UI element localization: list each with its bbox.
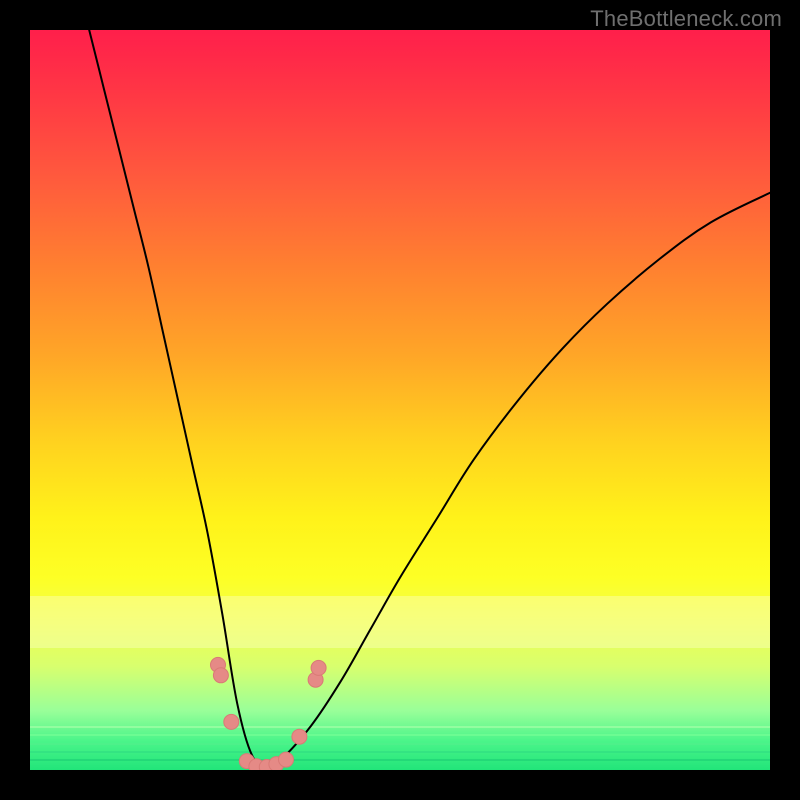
marker-right-lower (292, 729, 307, 744)
marker-left-upper-b (213, 668, 228, 683)
marker-group (211, 657, 327, 770)
bottleneck-curve (89, 30, 770, 767)
plot-area (30, 30, 770, 770)
marker-valley-e (279, 752, 294, 767)
curve-path-group (89, 30, 770, 767)
chart-frame: TheBottleneck.com (0, 0, 800, 800)
watermark-text: TheBottleneck.com (590, 6, 782, 32)
chart-svg (30, 30, 770, 770)
marker-left-lower (224, 714, 239, 729)
marker-right-upper-b (311, 660, 326, 675)
